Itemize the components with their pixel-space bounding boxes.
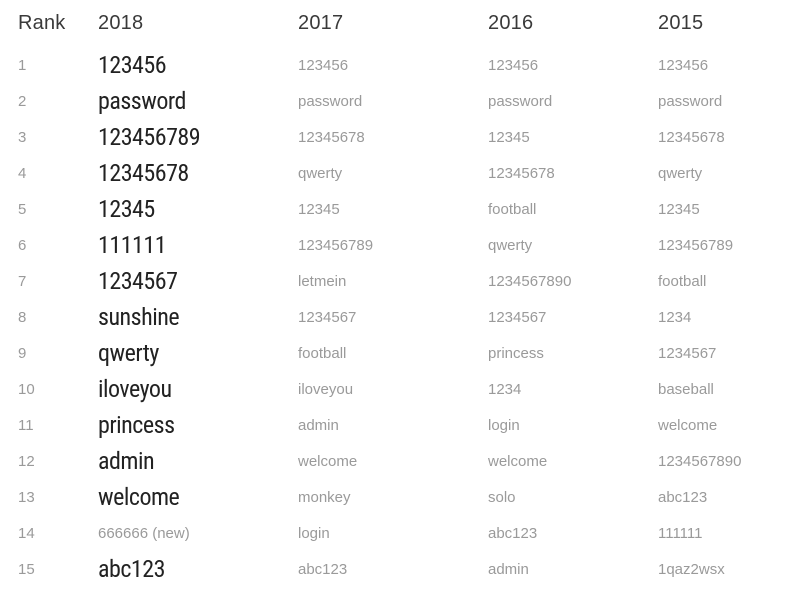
cell-c2015: 1234 [658, 299, 792, 335]
header-rank: Rank [18, 12, 98, 47]
cell-rank: 9 [18, 335, 98, 371]
cell-c2016: 123456 [488, 47, 658, 83]
password-table: Rank 2018 2017 2016 2015 112345612345612… [18, 12, 774, 587]
cell-c2015: 1qaz2wsx [658, 551, 792, 587]
cell-c2016: solo [488, 479, 658, 515]
cell-rank: 5 [18, 191, 98, 227]
cell-c2017: football [298, 335, 488, 371]
cell-c2018: 12345 [98, 191, 298, 227]
cell-c2018: 111111 [98, 227, 298, 263]
cell-rank: 1 [18, 47, 98, 83]
cell-c2018: 123456 [98, 47, 298, 83]
cell-rank: 12 [18, 443, 98, 479]
cell-c2016: admin [488, 551, 658, 587]
cell-c2017: iloveyou [298, 371, 488, 407]
cell-rank: 13 [18, 479, 98, 515]
cell-c2015: qwerty [658, 155, 792, 191]
cell-c2015: football [658, 263, 792, 299]
cell-c2015: 1234567890 [658, 443, 792, 479]
cell-rank: 7 [18, 263, 98, 299]
cell-c2018: sunshine [98, 299, 298, 335]
cell-rank: 6 [18, 227, 98, 263]
cell-rank: 15 [18, 551, 98, 587]
cell-c2016: 1234 [488, 371, 658, 407]
cell-c2016: 12345 [488, 119, 658, 155]
cell-rank: 11 [18, 407, 98, 443]
cell-c2017: 123456789 [298, 227, 488, 263]
cell-rank: 14 [18, 515, 98, 551]
cell-c2018: welcome [98, 479, 298, 515]
cell-c2017: 12345 [298, 191, 488, 227]
cell-rank: 4 [18, 155, 98, 191]
cell-c2015: 123456789 [658, 227, 792, 263]
cell-c2017: abc123 [298, 551, 488, 587]
cell-c2016: 1234567 [488, 299, 658, 335]
cell-c2018: iloveyou [98, 371, 298, 407]
cell-c2017: letmein [298, 263, 488, 299]
cell-c2016: 1234567890 [488, 263, 658, 299]
cell-c2016: password [488, 83, 658, 119]
cell-c2016: football [488, 191, 658, 227]
cell-c2018: 12345678 [98, 155, 298, 191]
cell-c2018: password [98, 83, 298, 119]
cell-rank: 3 [18, 119, 98, 155]
cell-rank: 10 [18, 371, 98, 407]
header-2018: 2018 [98, 12, 298, 47]
cell-rank: 2 [18, 83, 98, 119]
cell-c2015: abc123 [658, 479, 792, 515]
cell-c2017: welcome [298, 443, 488, 479]
cell-c2017: admin [298, 407, 488, 443]
cell-c2017: login [298, 515, 488, 551]
cell-c2017: monkey [298, 479, 488, 515]
cell-c2015: password [658, 83, 792, 119]
cell-c2015: 1234567 [658, 335, 792, 371]
cell-c2017: 12345678 [298, 119, 488, 155]
cell-c2017: 1234567 [298, 299, 488, 335]
header-2017: 2017 [298, 12, 488, 47]
cell-c2018: admin [98, 443, 298, 479]
cell-c2015: welcome [658, 407, 792, 443]
cell-c2018: abc123 [98, 551, 298, 587]
cell-c2015: 111111 [658, 515, 792, 551]
cell-c2016: login [488, 407, 658, 443]
cell-c2017: password [298, 83, 488, 119]
cell-c2016: welcome [488, 443, 658, 479]
header-2015: 2015 [658, 12, 792, 47]
cell-rank: 8 [18, 299, 98, 335]
cell-c2015: 123456 [658, 47, 792, 83]
cell-c2015: baseball [658, 371, 792, 407]
cell-c2015: 12345678 [658, 119, 792, 155]
cell-c2018: 123456789 [98, 119, 298, 155]
cell-c2017: 123456 [298, 47, 488, 83]
cell-c2018: princess [98, 407, 298, 443]
cell-c2015: 12345 [658, 191, 792, 227]
cell-c2017: qwerty [298, 155, 488, 191]
cell-c2018: qwerty [98, 335, 298, 371]
cell-c2018: 666666 (new) [98, 515, 298, 551]
cell-c2016: abc123 [488, 515, 658, 551]
cell-c2016: qwerty [488, 227, 658, 263]
cell-c2018: 1234567 [98, 263, 298, 299]
cell-c2016: 12345678 [488, 155, 658, 191]
cell-c2016: princess [488, 335, 658, 371]
header-2016: 2016 [488, 12, 658, 47]
